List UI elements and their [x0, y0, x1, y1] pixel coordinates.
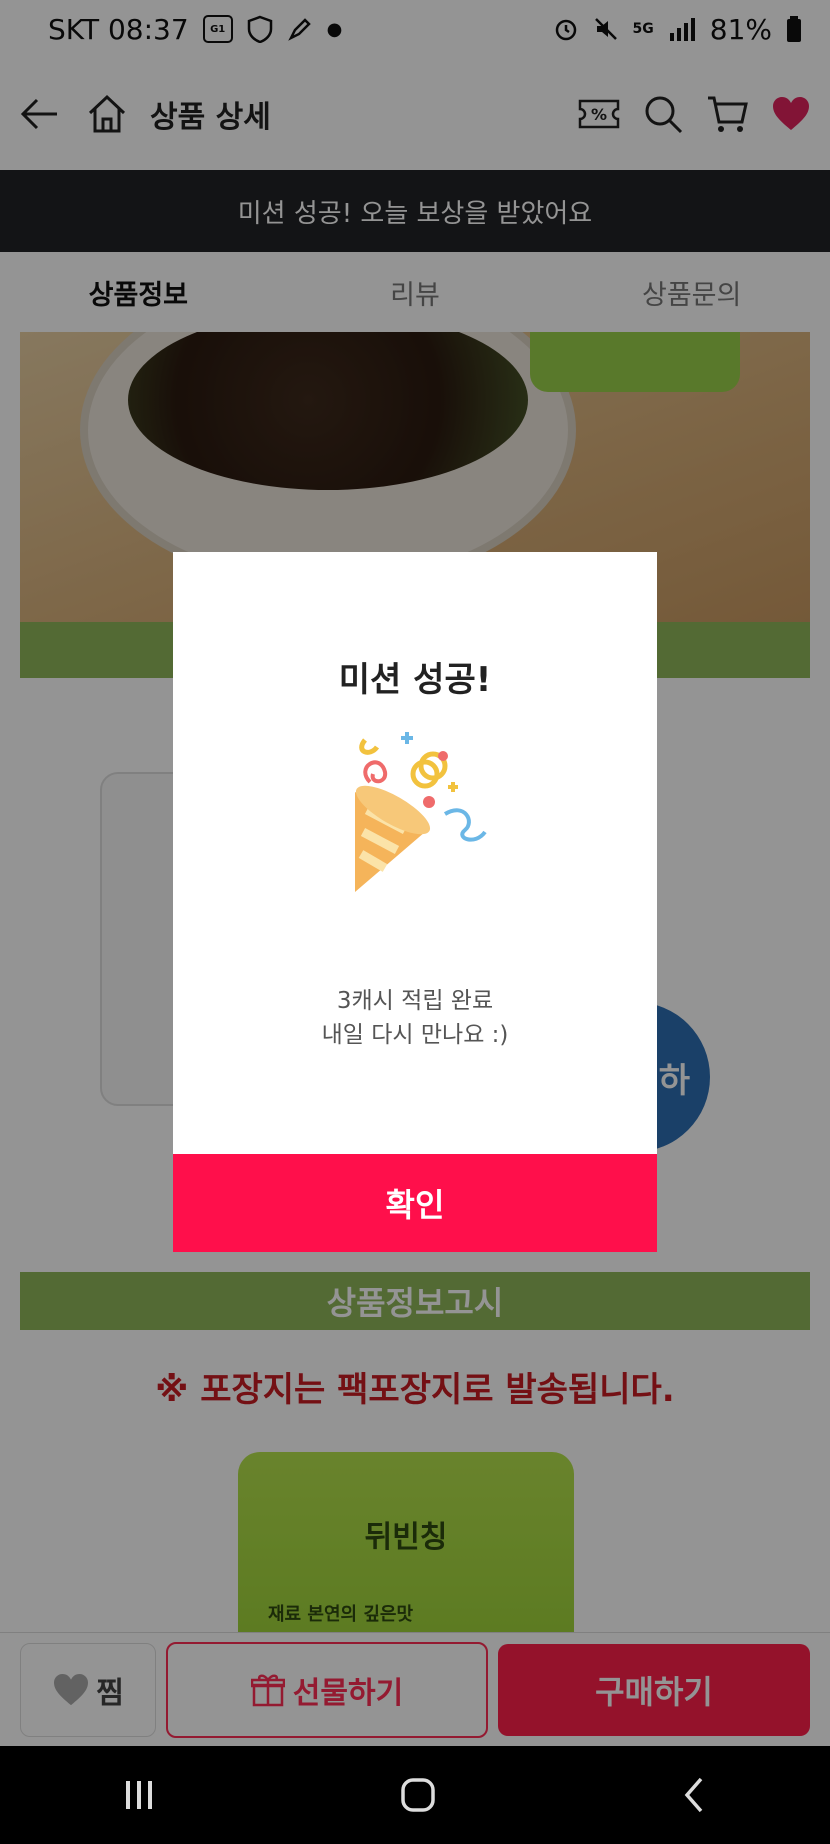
system-nav-bar [0, 1746, 830, 1844]
back-nav-icon[interactable] [679, 1775, 709, 1815]
party-popper-icon [355, 732, 487, 892]
dialog-message-line2: 내일 다시 만나요 :) [321, 1022, 509, 1048]
confirm-button[interactable]: 확인 [173, 1154, 657, 1252]
dialog-message-line1: 3캐시 적립 완료 [336, 988, 494, 1014]
dialog-message: 3캐시 적립 완료 내일 다시 만나요 :) [173, 984, 657, 1052]
recents-icon[interactable] [121, 1777, 157, 1813]
mission-success-dialog: 미션 성공! 3캐시 적립 완료 내일 다시 만나요 :) 확인 [173, 552, 657, 1252]
home-nav-icon[interactable] [398, 1775, 438, 1815]
dialog-title: 미션 성공! [338, 660, 492, 700]
